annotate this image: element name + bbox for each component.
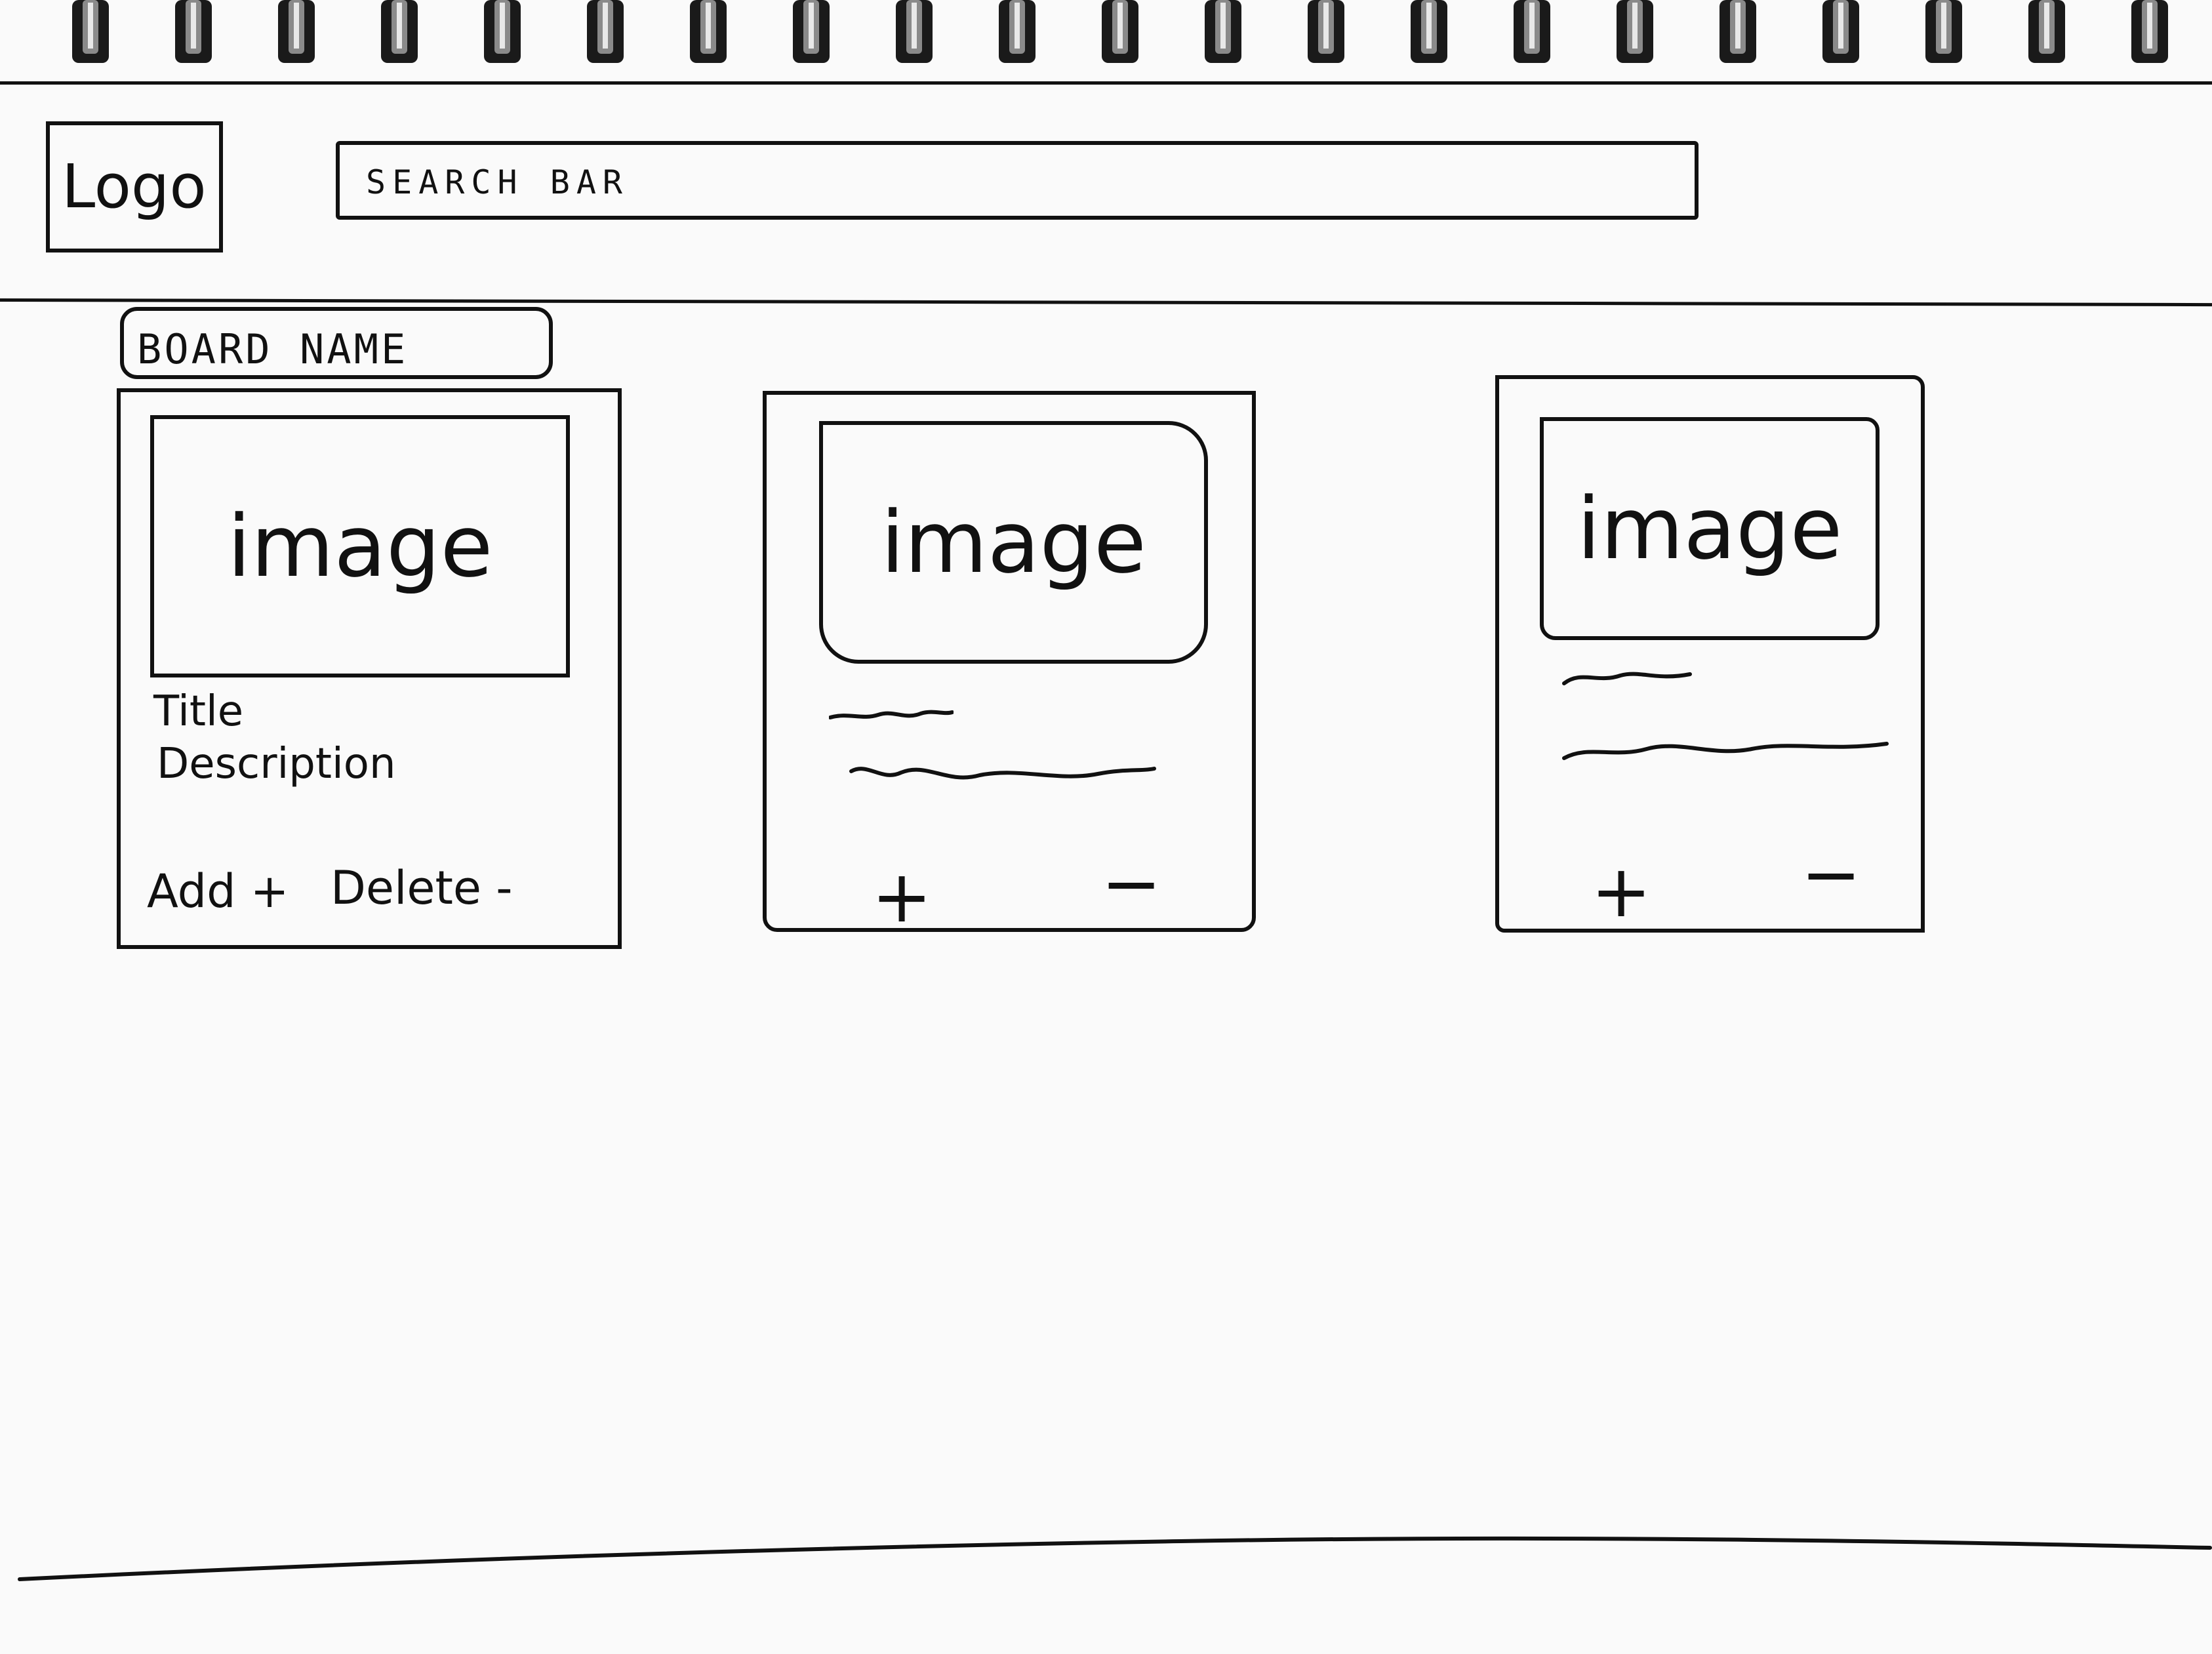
spiral-ring bbox=[690, 0, 727, 63]
spiral-ring bbox=[1411, 0, 1447, 63]
spiral-ring bbox=[1308, 0, 1344, 63]
delete-button[interactable]: Delete - bbox=[331, 861, 513, 915]
card-image: image bbox=[1540, 417, 1880, 640]
board-name: BOARD NAME bbox=[137, 325, 409, 373]
board-name-tag[interactable]: BOARD NAME bbox=[120, 307, 553, 379]
spiral-ring bbox=[1514, 0, 1550, 63]
spiral-ring bbox=[278, 0, 315, 63]
logo-label: Logo bbox=[62, 151, 207, 222]
description-placeholder-squiggle bbox=[849, 767, 1156, 780]
logo[interactable]: Logo bbox=[46, 121, 223, 252]
spiral-ring bbox=[896, 0, 933, 63]
spiral-ring bbox=[72, 0, 109, 63]
spiral-ring bbox=[1925, 0, 1962, 63]
spiral-ring bbox=[381, 0, 418, 63]
card-title: Title bbox=[153, 687, 244, 736]
search-placeholder: SEARCH BAR bbox=[366, 163, 630, 201]
spiral-ring bbox=[484, 0, 521, 63]
description-placeholder-squiggle bbox=[1562, 742, 1889, 760]
card-image-label: image bbox=[881, 493, 1146, 592]
spiral-ring bbox=[1205, 0, 1241, 63]
bottom-rule bbox=[18, 1536, 2212, 1581]
spiral-ring bbox=[1617, 0, 1653, 63]
delete-button[interactable]: − bbox=[1801, 838, 1861, 910]
card-image: image bbox=[819, 421, 1208, 664]
card-image-label: image bbox=[227, 496, 493, 596]
spiral-ring bbox=[2131, 0, 2168, 63]
add-button[interactable]: + bbox=[872, 860, 932, 933]
spiral-ring bbox=[1822, 0, 1859, 63]
page-top-rule bbox=[0, 81, 2212, 85]
search-input[interactable]: SEARCH BAR bbox=[336, 141, 1699, 220]
spiral-ring bbox=[587, 0, 624, 63]
card[interactable]: image + − bbox=[1495, 375, 1925, 933]
header-divider bbox=[0, 298, 2212, 307]
add-button[interactable]: + bbox=[1591, 855, 1651, 927]
card-image-label: image bbox=[1577, 479, 1843, 578]
spiral-binding bbox=[72, 0, 2168, 63]
title-placeholder-squiggle bbox=[1562, 672, 1692, 685]
add-button[interactable]: Add + bbox=[147, 864, 289, 918]
delete-button[interactable]: − bbox=[1101, 847, 1161, 919]
spiral-ring bbox=[2028, 0, 2065, 63]
card[interactable]: image Title Description Add + Delete - bbox=[117, 388, 622, 949]
card[interactable]: image + − bbox=[763, 391, 1256, 933]
card-description: Description bbox=[157, 740, 396, 788]
spiral-ring bbox=[1102, 0, 1138, 63]
spiral-ring bbox=[793, 0, 830, 63]
spiral-ring bbox=[999, 0, 1036, 63]
title-placeholder-squiggle bbox=[829, 710, 954, 719]
spiral-ring bbox=[1719, 0, 1756, 63]
card-image: image bbox=[150, 415, 570, 677]
spiral-ring bbox=[175, 0, 212, 63]
